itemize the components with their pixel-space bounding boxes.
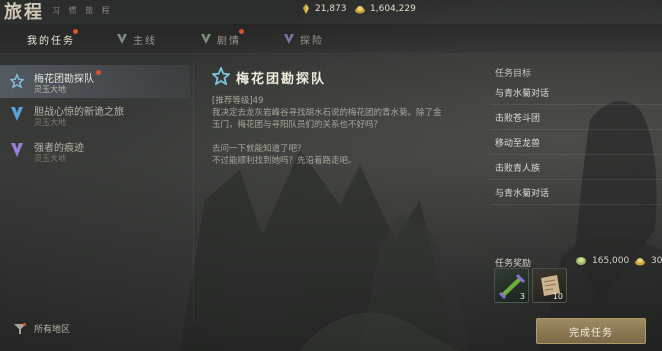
reward-gold: 30: [635, 256, 662, 266]
currency-gold: 1,604,229: [354, 4, 416, 14]
description-line: 玉门，梅花团与寻阳队员们的关系也不好吗？: [212, 120, 383, 130]
chevron-crest-icon: [11, 107, 23, 121]
currency-gold-value: 1,604,229: [370, 4, 416, 14]
objective-label: 与青水菊对话: [495, 89, 550, 99]
tab-my-quests[interactable]: 我的任务: [27, 29, 78, 49]
top-bar: 旅程 习 惯 旅 程 21,873 1,604,229: [0, 0, 662, 24]
region-filter-label: 所有地区: [34, 325, 71, 335]
quest-title: 梅花团勘探队: [34, 74, 94, 85]
quest-item-new-journey[interactable]: 胆战心惊的新诡之旅 灵玉大地: [0, 98, 190, 131]
notification-dot: [96, 70, 101, 75]
page-title: 旅程: [4, 2, 44, 23]
tab-my-quests-label: 我的任务: [27, 35, 75, 47]
main-quest-emblem-icon: [117, 34, 127, 44]
tab-story[interactable]: 剧情: [200, 29, 244, 49]
complete-quest-button[interactable]: 完成任务: [536, 318, 646, 344]
tab-story-label: 剧情: [217, 35, 241, 47]
description-line: 不过能顺利找到她吗？先沿着路走吧。: [212, 156, 357, 166]
objectives-list: 与青水菊对话 击败苍斗团 移动至龙兽 击败青人族 与青水菊对话: [490, 80, 662, 205]
description-line: 我决定去龙灰岩峰谷寻找胡水石说的梅花团的青水菊。除了金: [212, 108, 442, 118]
objective-item: 与青水菊对话: [490, 80, 662, 105]
silver-coin-icon: [576, 257, 586, 265]
gold-ingot-icon: [635, 258, 645, 266]
quest-description: [推荐等级]49 我决定去龙灰岩峰谷寻找胡水石说的梅花团的青水菊。除了金 玉门，…: [212, 95, 457, 167]
reward-item-count: 3: [519, 292, 525, 301]
reward-item-scroll[interactable]: 3: [494, 268, 529, 303]
quest-region: 灵玉大地: [34, 118, 66, 127]
star-compass-icon: [10, 73, 24, 89]
reward-item-parchment[interactable]: 10: [532, 268, 567, 303]
objective-item: 击败青人族: [490, 155, 662, 180]
notification-dot: [73, 29, 78, 34]
objective-label: 移动至龙兽: [495, 139, 541, 149]
quest-region: 灵玉大地: [34, 85, 66, 94]
region-filter[interactable]: 所有地区: [14, 322, 70, 335]
adventure-emblem-icon: [284, 34, 294, 44]
objective-item: 击败苍斗团: [490, 105, 662, 130]
page-subtitle: 习 惯 旅 程: [52, 6, 113, 15]
objective-item: 与青水菊对话: [490, 180, 662, 205]
quest-list: 梅花团勘探队 灵玉大地 胆战心惊的新诡之旅 灵玉大地 强者的痕迹 灵玉大地: [0, 62, 190, 312]
reward-silver-value: 165,000: [592, 256, 630, 266]
objectives-header: 任务目标: [495, 69, 532, 79]
quest-item-plum-team[interactable]: 梅花团勘探队 灵玉大地: [0, 65, 190, 98]
currency-silver-value: 21,873: [315, 4, 347, 14]
objective-label: 击败苍斗团: [495, 114, 541, 124]
description-line: 去问一下就能知道了吧？: [212, 144, 306, 154]
sidebar-divider: [193, 62, 194, 322]
reward-gold-value: 30: [651, 256, 662, 266]
quest-title: 胆战心惊的新诡之旅: [34, 107, 124, 118]
notification-dot: [239, 29, 244, 34]
silver-coin-icon: [303, 4, 309, 14]
reward-item-count: 10: [552, 292, 563, 301]
gold-ingot-icon: [355, 6, 365, 14]
chevron-crest-icon: [11, 143, 23, 157]
tab-adventure-label: 探险: [300, 35, 324, 47]
tab-bar: 我的任务 主线 剧情 探险: [0, 24, 662, 54]
currency-silver: 21,873: [301, 4, 347, 14]
tab-main-label: 主线: [133, 35, 157, 47]
recommended-level: [推荐等级]49: [212, 96, 264, 106]
filter-funnel-icon: [14, 322, 26, 334]
objective-label: 击败青人族: [495, 164, 541, 174]
star-compass-icon: [212, 67, 230, 85]
objective-label: 与青水菊对话: [495, 189, 550, 199]
objective-item: 移动至龙兽: [490, 130, 662, 155]
tab-adventure[interactable]: 探险: [283, 29, 324, 49]
quest-item-strong-traces[interactable]: 强者的痕迹 灵玉大地: [0, 134, 190, 167]
quest-title: 强者的痕迹: [34, 143, 84, 154]
quest-detail-title: 梅花团勘探队: [236, 72, 327, 87]
quest-region: 灵玉大地: [34, 154, 66, 163]
story-emblem-icon: [201, 34, 211, 44]
tab-main[interactable]: 主线: [116, 29, 157, 49]
reward-silver: 165,000: [576, 256, 629, 266]
